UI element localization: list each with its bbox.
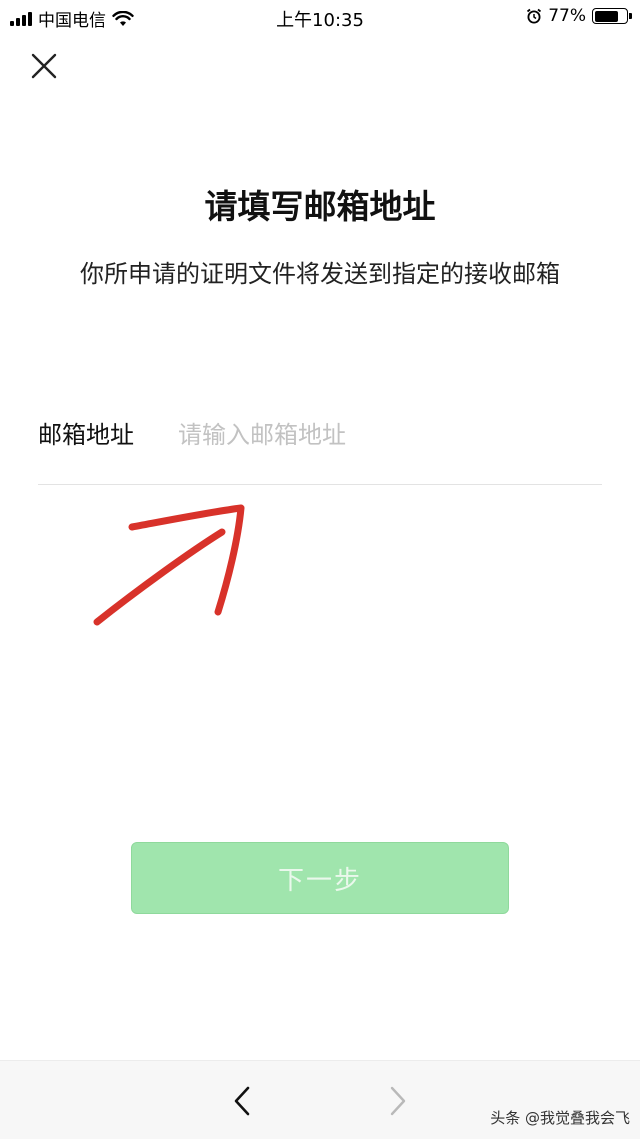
close-button[interactable] [24,46,64,86]
chevron-left-icon [234,1086,250,1116]
email-label: 邮箱地址 [38,421,134,449]
annotation-arrow-icon [93,504,245,626]
next-button[interactable]: 下一步 [131,842,509,914]
status-right: 77% [526,6,632,26]
battery-percent: 77% [548,6,586,26]
status-bar: 中国电信 上午10:35 77% [0,0,640,34]
close-icon [31,53,57,79]
next-button-label: 下一步 [277,865,362,896]
chevron-right-icon [390,1086,406,1116]
email-row: 邮箱地址 [38,412,602,485]
watermark-text: 头条 @我觉叠我会飞 [490,1109,630,1127]
email-input[interactable] [178,412,578,458]
forward-button[interactable] [382,1081,414,1121]
bottom-navigation-bar: 头条 @我觉叠我会飞 [0,1060,640,1139]
battery-level [594,10,619,22]
alarm-icon [527,8,542,24]
page-subtitle: 你所申请的证明文件将发送到指定的接收邮箱 [80,260,560,288]
back-button[interactable] [226,1081,258,1121]
battery-icon [592,8,632,24]
page-title: 请填写邮箱地址 [204,187,436,226]
